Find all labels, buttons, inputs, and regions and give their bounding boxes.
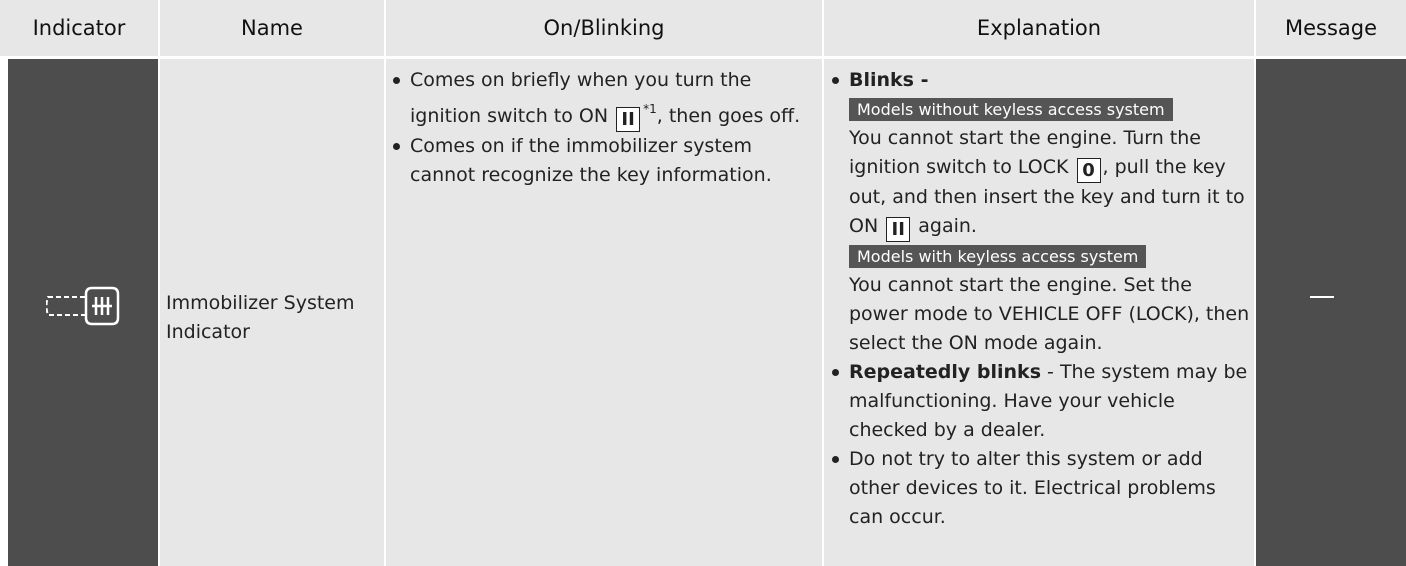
explanation-paragraph: You cannot start the engine. Set the pow…	[849, 274, 1250, 354]
message-dash	[1310, 296, 1334, 298]
repeatedly-blinks-label: Repeatedly blinks	[849, 361, 1042, 383]
explanation-list: Blinks - Models without keyless access s…	[830, 66, 1252, 532]
footnote-mark: *1	[643, 102, 657, 116]
column-divider	[384, 0, 386, 566]
message-cell	[1256, 59, 1406, 566]
blinks-label: Blinks -	[849, 69, 929, 91]
indicator-name: Immobilizer System Indicator	[166, 292, 355, 343]
list-item: Comes on if the immobilizer system canno…	[391, 132, 821, 190]
header-message: Message	[1256, 0, 1406, 56]
on-blinking-list: Comes on briefly when you turn the ignit…	[391, 66, 821, 190]
explanation-text: again.	[918, 215, 977, 237]
immobilizer-key-icon	[46, 286, 120, 326]
indicator-table: Indicator Name On/Blinking Explanation M…	[0, 0, 1406, 566]
column-divider	[1254, 0, 1256, 566]
list-item: Comes on briefly when you turn the ignit…	[391, 66, 821, 132]
model-tag-with-keyless: Models with keyless access system	[849, 245, 1147, 268]
column-divider	[158, 0, 160, 566]
ignition-lock-key-icon: 0	[1076, 158, 1101, 183]
column-divider	[822, 0, 824, 566]
header-name: Name	[160, 0, 384, 56]
ignition-on-key-icon: II	[616, 107, 641, 132]
on-blinking-text: , then goes off.	[656, 105, 801, 127]
model-tag-without-keyless: Models without keyless access system	[849, 98, 1173, 121]
list-item: Blinks - Models without keyless access s…	[830, 66, 1252, 358]
list-item: Repeatedly blinks - The system may be ma…	[830, 358, 1252, 445]
list-item: Do not try to alter this system or add o…	[830, 445, 1252, 532]
header-explanation: Explanation	[824, 0, 1254, 56]
ignition-on-key-icon: II	[886, 217, 911, 242]
explanation-paragraph: You cannot start the engine. Turn the ig…	[849, 124, 1252, 242]
header-on-blinking: On/Blinking	[386, 0, 822, 56]
header-indicator: Indicator	[0, 0, 158, 56]
